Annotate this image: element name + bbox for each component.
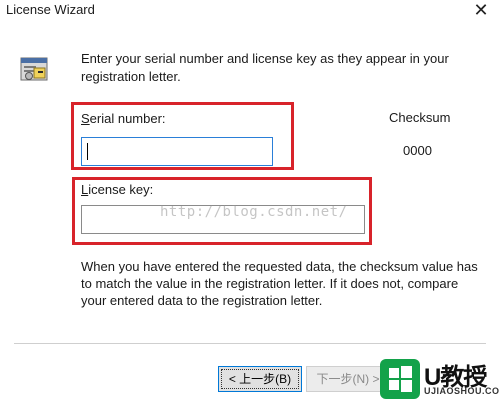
logo-subtext: UJIAOSHOU.COM [424, 386, 500, 396]
checksum-value: 0000 [403, 143, 432, 158]
checksum-label: Checksum [389, 110, 451, 125]
back-button[interactable]: < 上一步(B) [218, 366, 302, 392]
highlight-box-license [72, 177, 372, 245]
close-button[interactable]: ✕ [470, 0, 492, 20]
title-bar: License Wizard ✕ [0, 0, 500, 22]
license-wizard-window: License Wizard ✕ Enter your serial numbe… [0, 0, 500, 405]
back-button-label: < 上一步(B) [221, 369, 299, 389]
highlight-box-serial [71, 102, 294, 170]
site-logo: U教授 UJIAOSHOU.COM [376, 355, 500, 403]
intro-text: Enter your serial number and license key… [81, 51, 449, 84]
divider [14, 343, 486, 344]
info-text: When you have entered the requested data… [81, 259, 478, 308]
windows-logo-icon [380, 359, 420, 399]
license-wizard-icon [20, 55, 48, 83]
window-title: License Wizard [6, 2, 95, 17]
